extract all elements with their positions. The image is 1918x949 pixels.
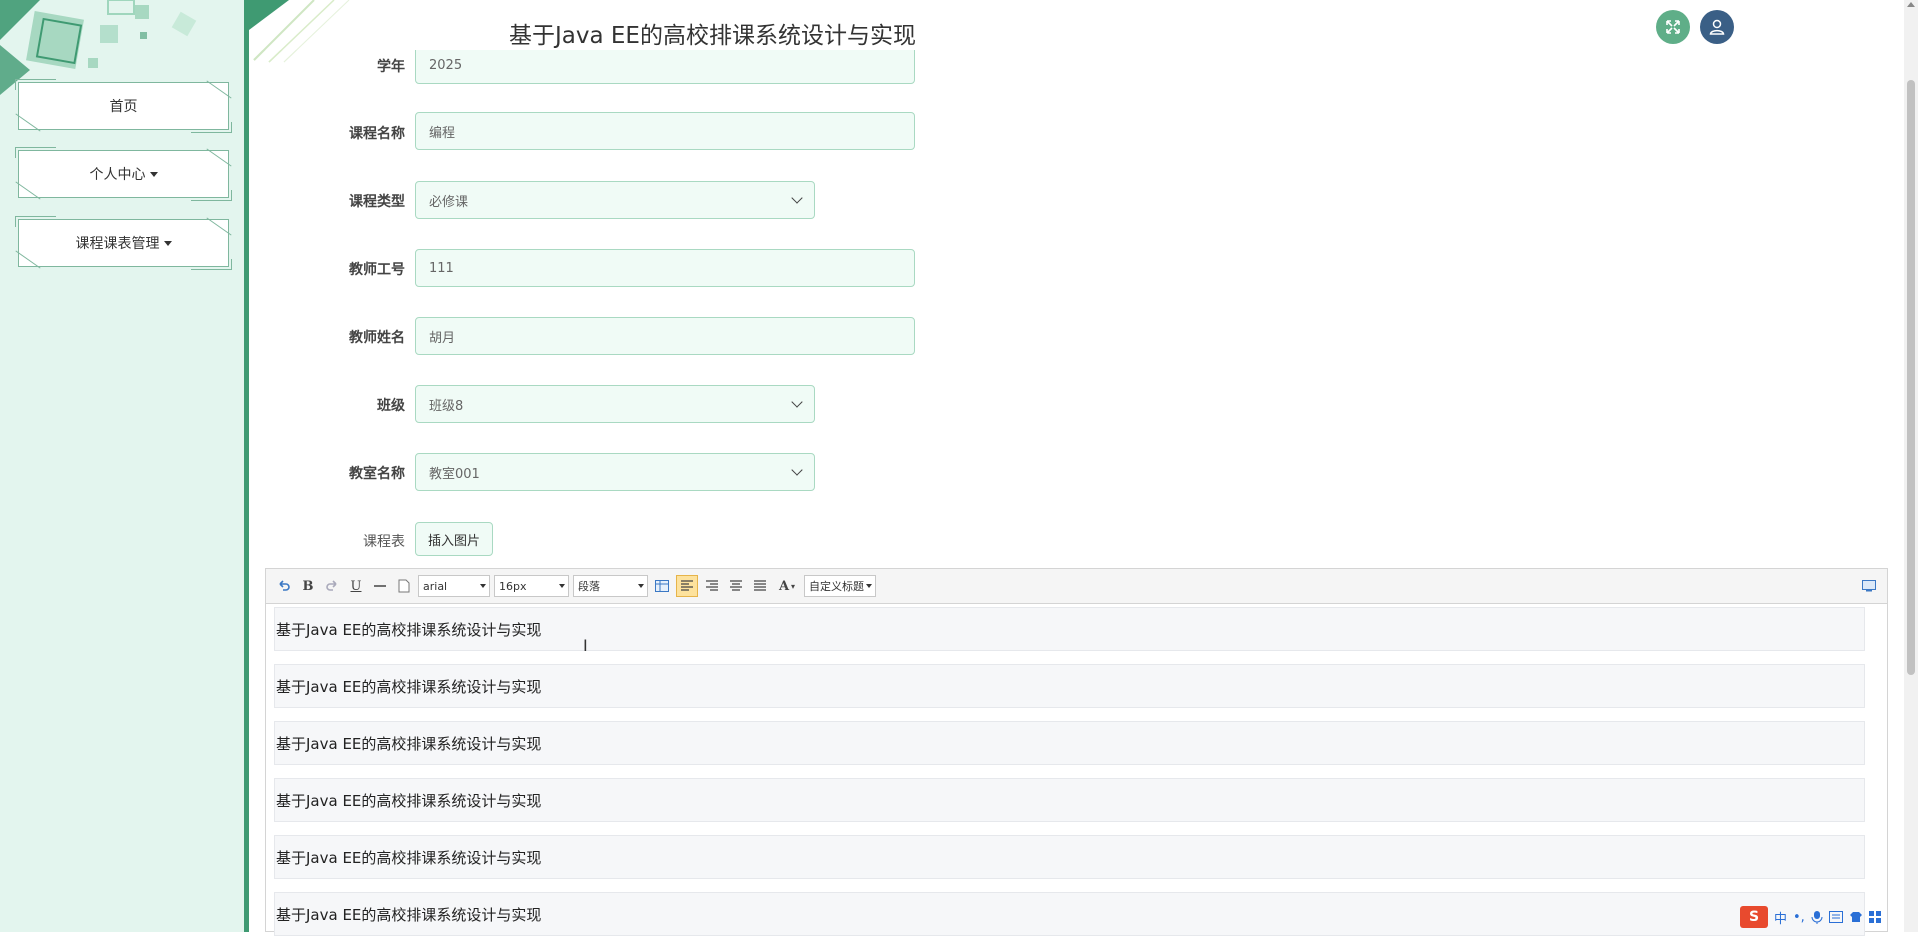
sogou-logo-icon[interactable]: S	[1740, 906, 1768, 928]
editor-paragraph[interactable]: 基于Java EE的高校排课系统设计与实现	[274, 664, 1865, 708]
caret-down-icon	[149, 171, 158, 177]
font-size-value: 16px	[499, 579, 527, 593]
sidebar: 首页 个人中心 课程课表管理	[0, 0, 249, 932]
chevron-down-icon	[791, 192, 803, 204]
keyboard-icon[interactable]	[1828, 911, 1843, 923]
chevron-down-icon	[791, 464, 803, 476]
editor-paragraph[interactable]: 基于Java EE的高校排课系统设计与实现	[274, 835, 1865, 879]
sidebar-item-label: 个人中心	[89, 167, 146, 183]
classroom-label: 教室名称	[349, 466, 405, 482]
custom-title-value: 自定义标题	[809, 580, 864, 593]
class-select[interactable]: 班级8	[415, 385, 815, 423]
undo-icon[interactable]	[274, 576, 294, 596]
year-input[interactable]: 2025	[415, 46, 915, 84]
header-decoration-overlay	[249, 0, 350, 63]
course-type-label: 课程类型	[349, 194, 405, 210]
font-family-value: arial	[423, 579, 448, 593]
chevron-down-icon	[791, 396, 803, 408]
editor-paragraph[interactable]: 基于Java EE的高校排课系统设计与实现	[274, 607, 1865, 651]
paragraph-format-value: 段落	[578, 580, 600, 593]
slash-decoration	[15, 181, 41, 200]
caret-down-icon	[559, 584, 565, 588]
font-family-select[interactable]: arial	[418, 575, 490, 597]
source-code-icon[interactable]	[1859, 576, 1879, 596]
caret-down-icon	[638, 584, 644, 588]
font-size-select[interactable]: 16px	[494, 575, 569, 597]
sidebar-item-home[interactable]: 首页	[15, 79, 232, 133]
bold-icon[interactable]: B	[298, 576, 318, 596]
user-menu-button-overlay[interactable]	[1700, 10, 1734, 44]
insert-image-button[interactable]: 插入图片	[415, 522, 494, 556]
rich-text-editor: B U arial 16px 段落 A ▾ 自定义标题 基于Java EE的高校…	[265, 568, 1888, 936]
slash-decoration	[206, 148, 232, 167]
ime-mode[interactable]: 中	[1774, 908, 1787, 927]
custom-title-select[interactable]: 自定义标题	[804, 575, 876, 597]
corner-decoration	[191, 122, 232, 133]
slash-decoration	[206, 217, 232, 236]
classroom-value: 教室001	[429, 466, 480, 482]
new-document-icon[interactable]	[394, 576, 414, 596]
underline-icon[interactable]: U	[346, 576, 366, 596]
sidebar-item-course-schedule-management[interactable]: 课程课表管理	[15, 216, 232, 270]
skin-shirt-icon[interactable]	[1849, 911, 1863, 923]
font-color-icon[interactable]: A ▾	[774, 576, 800, 596]
teacher-id-input[interactable]: 111	[415, 249, 915, 287]
expand-icon	[1666, 20, 1680, 34]
ime-toolbar: S 中 •,	[1740, 904, 1881, 930]
schedule-label: 课程表	[363, 534, 405, 550]
apps-grid-icon[interactable]	[1868, 911, 1881, 923]
page-scrollbar[interactable]	[1904, 0, 1918, 932]
class-value: 班级8	[429, 398, 464, 414]
caret-down-icon	[163, 240, 172, 246]
caret-down-icon	[866, 584, 872, 588]
sidebar-item-label: 首页	[109, 99, 138, 115]
user-icon	[1709, 19, 1725, 35]
corner-decoration	[15, 79, 56, 90]
course-name-label: 课程名称	[349, 126, 405, 142]
editor-content[interactable]: 基于Java EE的高校排课系统设计与实现 基于Java EE的高校排课系统设计…	[274, 607, 1865, 949]
text-cursor-icon: I	[583, 636, 588, 655]
align-right-icon[interactable]	[702, 576, 722, 596]
slash-decoration	[15, 250, 41, 269]
course-type-value: 必修课	[429, 194, 469, 210]
teacher-id-label: 教师工号	[349, 262, 405, 278]
class-label: 班级	[377, 398, 405, 414]
editor-paragraph[interactable]: 基于Java EE的高校排课系统设计与实现	[274, 721, 1865, 765]
microphone-icon[interactable]	[1811, 910, 1823, 924]
course-type-select[interactable]: 必修课	[415, 181, 815, 219]
teacher-name-label: 教师姓名	[349, 330, 405, 346]
redo-icon[interactable]	[322, 576, 342, 596]
align-center-icon[interactable]	[726, 576, 746, 596]
corner-decoration	[15, 216, 56, 227]
paragraph-format-select[interactable]: 段落	[573, 575, 648, 597]
editor-toolbar: B U arial 16px 段落 A ▾ 自定义标题	[266, 569, 1887, 604]
sidebar-item-personal-center[interactable]: 个人中心	[15, 147, 232, 201]
classroom-select[interactable]: 教室001	[415, 453, 815, 491]
page-title-overlay: 基于Java EE的高校排课系统设计与实现	[509, 23, 916, 49]
course-name-input[interactable]: 编程	[415, 112, 915, 150]
teacher-name-input[interactable]: 胡月	[415, 317, 915, 355]
corner-decoration	[191, 190, 232, 201]
sidebar-item-label: 课程课表管理	[75, 236, 160, 252]
corner-decoration	[15, 147, 56, 158]
scroll-up-icon[interactable]	[1907, 2, 1915, 7]
table-icon[interactable]	[652, 576, 672, 596]
align-left-icon[interactable]	[676, 575, 698, 597]
fullscreen-button-overlay[interactable]	[1656, 10, 1690, 44]
align-justify-icon[interactable]	[750, 576, 770, 596]
header-bar	[249, 0, 1899, 50]
horizontal-rule-icon[interactable]	[370, 576, 390, 596]
scroll-thumb[interactable]	[1907, 80, 1915, 675]
editor-paragraph[interactable]: 基于Java EE的高校排课系统设计与实现	[274, 778, 1865, 822]
caret-down-icon	[480, 584, 486, 588]
slash-decoration	[15, 113, 41, 132]
editor-paragraph[interactable]: 基于Java EE的高校排课系统设计与实现	[274, 892, 1865, 936]
slash-decoration	[206, 80, 232, 99]
corner-decoration	[191, 259, 232, 270]
ime-punctuation[interactable]: •,	[1793, 910, 1805, 925]
